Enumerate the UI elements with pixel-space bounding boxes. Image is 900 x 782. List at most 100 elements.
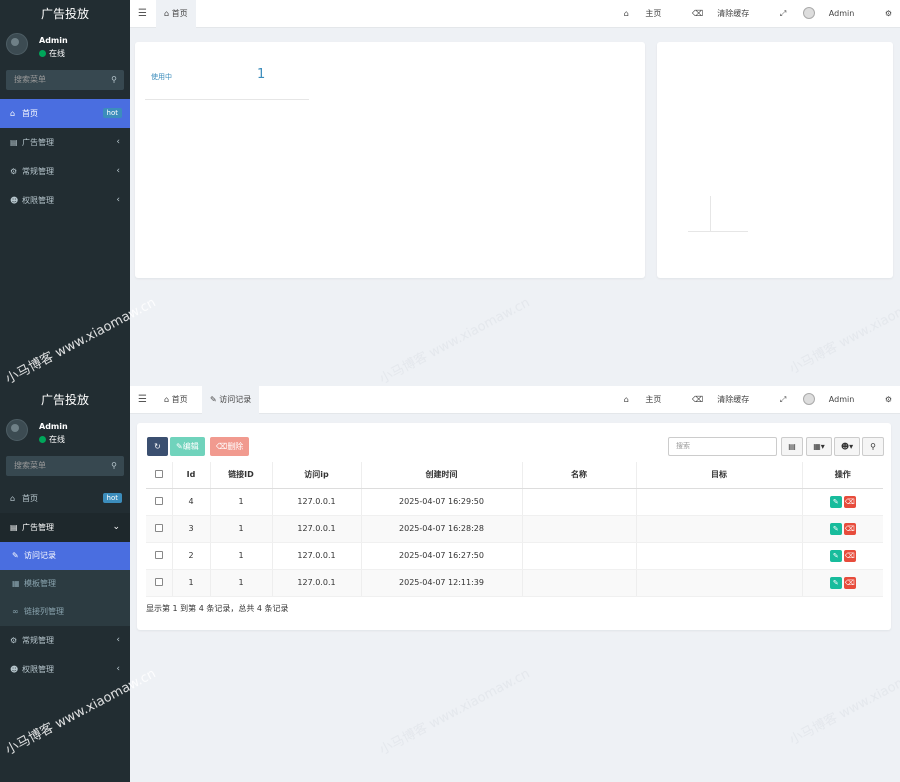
brand-logo[interactable]: 广告投放 (0, 386, 130, 414)
col-header-ip[interactable]: 访问ip (272, 462, 362, 489)
sidebar-item-permissions[interactable]: ☻ 权限管理 ‹ (0, 186, 130, 215)
row-edit-button[interactable]: ✎ (829, 495, 842, 508)
cell-id: 4 (172, 488, 211, 516)
row-delete-button[interactable]: ⌫ (843, 495, 856, 508)
row-checkbox[interactable] (154, 523, 163, 532)
table-search-input[interactable]: 搜索 (668, 437, 777, 456)
sidebar-item-home[interactable]: ⌂ 首页 hot (0, 99, 130, 128)
table-row[interactable]: 4 1 127.0.0.1 2025-04-07 16:29:50 ✎ ⌫ (146, 488, 883, 516)
user-menu[interactable]: Admin (802, 0, 869, 28)
online-dot-icon (39, 436, 46, 443)
user-status-text: 在线 (49, 49, 65, 58)
col-header-name[interactable]: 名称 (522, 462, 637, 489)
row-delete-button[interactable]: ⌫ (843, 522, 856, 535)
watermark-text: 小马博客 www.xiaomaw.cn (377, 666, 533, 759)
select-all-checkbox[interactable] (154, 469, 163, 478)
menu-search-placeholder: 搜索菜单 (14, 461, 46, 470)
row-delete-button[interactable]: ⌫ (843, 576, 856, 589)
nav-home-link[interactable]: ⌂ 主页 (624, 0, 676, 28)
chevron-left-icon: ‹ (116, 137, 120, 147)
tab-home[interactable]: ⌂ 首页 (156, 0, 196, 28)
cell-actions: ✎ ⌫ (802, 488, 883, 516)
select-all-cell (146, 462, 173, 489)
dashboard-screen: 广告投放 Admin 在线 搜索菜单 ⚲ ⌂ 首页 hot ▤ 广告管理 ‹ ⚙ 常规… (0, 0, 900, 386)
clear-cache-button[interactable]: ⌫ 清除缓存 (692, 0, 763, 28)
fullscreen-icon[interactable]: ⤢ (780, 0, 786, 28)
row-delete-button[interactable]: ⌫ (843, 549, 856, 562)
user-panel: Admin 在线 (0, 28, 130, 68)
col-header-created[interactable]: 创建时间 (361, 462, 523, 489)
user-status-text: 在线 (49, 435, 65, 444)
table-row[interactable]: 3 1 127.0.0.1 2025-04-07 16:28:28 ✎ ⌫ (146, 515, 883, 543)
nav-user-name: Admin (828, 9, 855, 18)
cell-id: 1 (172, 569, 211, 597)
refresh-button[interactable]: ↻ (147, 437, 168, 456)
menu-search-input[interactable]: 搜索菜单 ⚲ (6, 456, 124, 476)
columns-icon[interactable]: ▦▾ (806, 437, 832, 456)
user-menu[interactable]: Admin (802, 386, 869, 414)
toggle-view-icon[interactable]: ▤ (781, 437, 803, 456)
row-edit-button[interactable]: ✎ (829, 522, 842, 535)
sidebar-item-ads[interactable]: ▤ 广告管理 ‹ (0, 128, 130, 157)
sidebar-item-label: 广告管理 (22, 523, 54, 532)
tab-home[interactable]: ⌂ 首页 (156, 386, 196, 414)
pagination-summary: 显示第 1 到第 4 条记录，总共 4 条记录 (146, 604, 289, 613)
sidebar: 广告投放 Admin 在线 搜索菜单 ⚲ ⌂ 首页 hot ▤ 广告管理 ⌄ ✎ 访问… (0, 386, 130, 782)
row-checkbox[interactable] (154, 577, 163, 586)
edit-button[interactable]: ✎编辑 (170, 437, 205, 456)
advanced-search-icon[interactable]: ⚲ (862, 437, 884, 456)
sidebar-item-home[interactable]: ⌂ 首页 hot (0, 484, 130, 513)
row-edit-button[interactable]: ✎ (829, 549, 842, 562)
cell-id: 3 (172, 515, 211, 543)
sidebar-item-general[interactable]: ⚙ 常规管理 ‹ (0, 157, 130, 186)
sidebar-item-permissions[interactable]: ☻ 权限管理 ‹ (0, 655, 130, 684)
table-row[interactable]: 2 1 127.0.0.1 2025-04-07 16:27:50 ✎ ⌫ (146, 542, 883, 570)
pencil-icon: ✎ (12, 551, 19, 560)
settings-icon[interactable]: ⚙ (885, 0, 892, 28)
delete-button[interactable]: ⌫删除 (210, 437, 250, 456)
sidebar-menu: ⌂ 首页 hot ▤ 广告管理 ‹ ⚙ 常规管理 ‹ ☻ 权限管理 ‹ (0, 99, 130, 215)
watermark-text: 小马博客 www.xiaomaw.cn (377, 295, 533, 386)
sidebar-item-links[interactable]: ∞ 链接列管理 (0, 598, 130, 626)
clear-cache-button[interactable]: ⌫ 清除缓存 (692, 386, 763, 414)
sidebar-item-templates[interactable]: ▦ 模板管理 (0, 570, 130, 598)
row-checkbox[interactable] (154, 496, 163, 505)
tab-visits[interactable]: ✎ 访问记录 (202, 386, 260, 414)
row-checkbox[interactable] (154, 550, 163, 559)
refresh-icon: ↻ (154, 442, 161, 451)
table-row[interactable]: 1 1 127.0.0.1 2025-04-07 12:11:39 ✎ ⌫ (146, 569, 883, 597)
cell-link-id: 1 (210, 515, 273, 543)
search-icon[interactable]: ⚲ (111, 456, 117, 476)
hamburger-icon[interactable]: ☰ (138, 386, 147, 414)
cell-link-id: 1 (210, 488, 273, 516)
export-icon[interactable]: ☻▾ (834, 437, 860, 456)
nav-label: 主页 (645, 9, 662, 18)
visits-table: Id 链接ID 访问ip 创建时间 名称 目标 操作 4 1 127.0.0.1… (146, 462, 883, 597)
fullscreen-icon[interactable]: ⤢ (780, 386, 786, 414)
col-header-target[interactable]: 目标 (636, 462, 803, 489)
users-icon: ☻ (10, 665, 19, 674)
menu-search-input[interactable]: 搜索菜单 ⚲ (6, 70, 124, 90)
nav-home-link[interactable]: ⌂ 主页 (624, 386, 676, 414)
sidebar-item-label: 权限管理 (22, 196, 54, 205)
sidebar-item-visits[interactable]: ✎ 访问记录 (0, 542, 130, 570)
ads-icon: ▤ (10, 138, 18, 147)
sidebar-item-label: 模板管理 (24, 579, 56, 588)
settings-icon[interactable]: ⚙ (885, 386, 892, 414)
sidebar-item-ads[interactable]: ▤ 广告管理 ⌄ (0, 513, 130, 542)
home-icon: ⌂ (164, 395, 170, 404)
hamburger-icon[interactable]: ☰ (138, 0, 147, 28)
cell-actions: ✎ ⌫ (802, 569, 883, 597)
chevron-down-icon: ⌄ (112, 522, 120, 532)
search-icon[interactable]: ⚲ (111, 70, 117, 90)
nav-label: 主页 (645, 395, 662, 404)
sidebar-item-general[interactable]: ⚙ 常规管理 ‹ (0, 626, 130, 655)
brand-logo[interactable]: 广告投放 (0, 0, 130, 28)
hot-badge: hot (102, 108, 122, 118)
col-header-id[interactable]: Id (172, 462, 211, 489)
chevron-left-icon: ‹ (116, 166, 120, 176)
col-header-link-id[interactable]: 链接ID (210, 462, 273, 489)
row-edit-button[interactable]: ✎ (829, 576, 842, 589)
avatar (6, 33, 28, 55)
row-select-cell (146, 542, 173, 570)
